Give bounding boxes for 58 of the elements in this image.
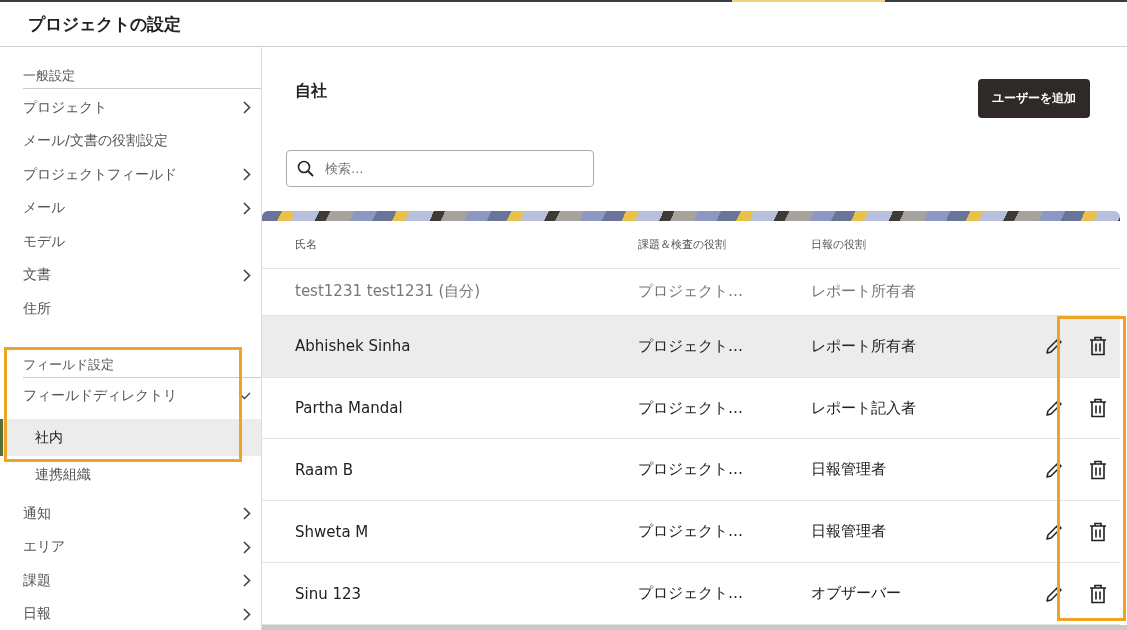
sidebar-subitem[interactable]: 連携組織: [0, 456, 261, 493]
name-cell-text: Partha Mandal: [295, 399, 404, 418]
sidebar-item[interactable]: 文書: [0, 258, 261, 292]
section-heading: 一般設定: [23, 67, 261, 89]
role-cell-text: レポート所有者: [811, 282, 917, 302]
pencil-icon[interactable]: [1044, 336, 1064, 357]
role-cell-text: 日報管理者: [811, 522, 887, 542]
chevron-right-icon: [243, 101, 251, 115]
chevron-right-icon: [243, 607, 251, 621]
name-cell-text: Shweta M: [295, 522, 370, 541]
chevron-right-icon: [243, 574, 251, 588]
role-cell-text: 日報管理者: [811, 460, 887, 480]
chevron-right-icon: [243, 507, 251, 521]
search-icon: [297, 160, 314, 177]
role-cell-text: レポート記入者: [811, 398, 917, 418]
name-cell-text: Sinu 123: [295, 584, 363, 603]
sidebar-item[interactable]: 課題: [0, 564, 261, 598]
trash-icon[interactable]: [1089, 583, 1107, 604]
role-cell-text: レポート所有者: [811, 336, 917, 356]
pencil-icon[interactable]: [1044, 398, 1064, 419]
add-user-button[interactable]: ユーザーを追加: [978, 79, 1090, 118]
chevron-right-icon: [243, 201, 251, 215]
page-title: プロジェクトの設定: [28, 12, 181, 36]
trash-icon[interactable]: [1089, 459, 1107, 480]
section-title: 自社: [295, 81, 327, 102]
scrollbar[interactable]: [262, 625, 1127, 630]
sidebar-item[interactable]: プロジェクトフィールド: [0, 158, 261, 192]
name-cell-text: Abhishek Sinha: [295, 337, 412, 356]
sidebar-item[interactable]: エリア: [0, 530, 261, 564]
role-cell-text: プロジェクト…: [638, 282, 744, 302]
sidebar-subitem[interactable]: 社内: [0, 419, 261, 456]
chevron-right-icon: [243, 168, 251, 182]
role-cell-text: プロジェクト…: [638, 522, 744, 542]
sidebar-item[interactable]: モデル: [0, 225, 261, 259]
trash-icon[interactable]: [1089, 398, 1107, 419]
search-field[interactable]: 検索...: [286, 150, 594, 187]
name-cell-text: test1231 test1231 (自分): [295, 282, 482, 302]
sidebar-item[interactable]: 住所: [0, 292, 261, 326]
trash-icon[interactable]: [1089, 336, 1107, 357]
sidebar-item[interactable]: プロジェクト: [0, 91, 261, 125]
sidebar-item[interactable]: 通知: [0, 497, 261, 531]
column-header: 氏名: [295, 236, 318, 252]
role-cell-text: プロジェクト…: [638, 584, 744, 604]
section-heading: フィールド設定: [23, 355, 261, 378]
trash-icon[interactable]: [1089, 521, 1107, 542]
chevron-right-icon: [243, 540, 251, 554]
role-cell-text: プロジェクト…: [638, 336, 744, 356]
role-cell-text: オブザーバー: [811, 584, 902, 604]
name-cell-text: Raam B: [295, 460, 355, 479]
chevron-right-icon: [243, 268, 251, 282]
role-cell-text: プロジェクト…: [638, 398, 744, 418]
column-header: 課題＆検査の役割: [638, 236, 727, 252]
sidebar-item[interactable]: 日報: [0, 597, 261, 630]
sidebar-item[interactable]: フィールドディレクトリ: [0, 379, 261, 413]
column-header: 日報の役割: [811, 236, 867, 252]
role-cell-text: プロジェクト…: [638, 460, 744, 480]
sidebar-item[interactable]: メール: [0, 191, 261, 225]
sidebar-item[interactable]: メール/文書の役割設定: [0, 124, 261, 158]
